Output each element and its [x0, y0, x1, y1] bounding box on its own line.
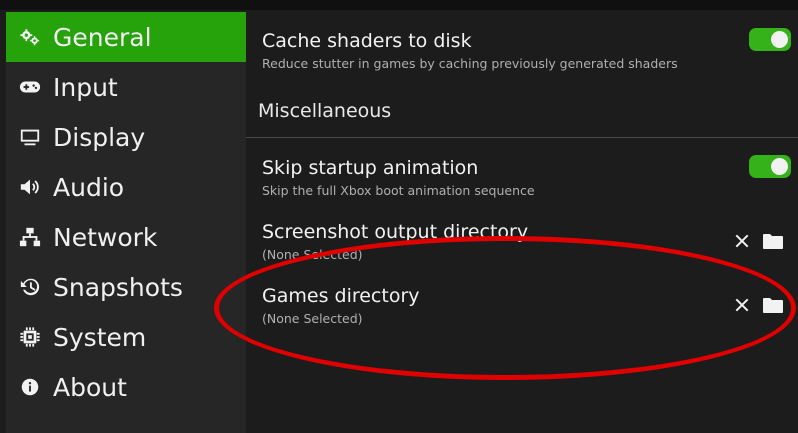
setting-title: Screenshot output directory: [262, 221, 529, 243]
network-icon: [18, 225, 42, 249]
top-bar: [0, 0, 798, 10]
cache-shaders-toggle[interactable]: [749, 28, 791, 51]
section-header-miscellaneous: Miscellaneous: [258, 100, 392, 122]
sidebar-item-display[interactable]: Display: [6, 112, 246, 162]
folder-icon: [763, 234, 783, 249]
sidebar-item-label: Input: [53, 72, 118, 102]
close-icon: [735, 234, 749, 248]
section-divider: [246, 137, 798, 138]
speaker-icon: [18, 175, 42, 199]
sidebar-item-label: Network: [53, 222, 158, 252]
games-clear-button[interactable]: [732, 295, 752, 315]
sidebar-item-label: About: [53, 372, 127, 402]
screenshot-browse-button[interactable]: [763, 231, 783, 251]
info-icon: [18, 375, 42, 399]
sidebar-item-label: Audio: [53, 172, 125, 202]
skip-startup-toggle[interactable]: [749, 155, 791, 178]
settings-panel: Cache shaders to disk Reduce stutter in …: [246, 12, 798, 433]
setting-value: (None Selected): [262, 247, 363, 262]
setting-description: Skip the full Xbox boot animation sequen…: [262, 183, 535, 198]
folder-icon: [763, 298, 783, 313]
games-browse-button[interactable]: [763, 295, 783, 315]
screenshot-clear-button[interactable]: [732, 231, 752, 251]
sidebar-item-snapshots[interactable]: Snapshots: [6, 262, 246, 312]
setting-skip-startup: Skip startup animation Skip the full Xbo…: [262, 156, 792, 199]
sidebar-item-about[interactable]: About: [6, 362, 246, 412]
setting-title: Cache shaders to disk: [262, 30, 472, 52]
setting-screenshot-directory: Screenshot output directory (None Select…: [262, 220, 792, 263]
chip-icon: [18, 325, 42, 349]
history-icon: [18, 275, 42, 299]
sidebar-item-audio[interactable]: Audio: [6, 162, 246, 212]
monitor-icon: [18, 125, 42, 149]
setting-title: Skip startup animation: [262, 157, 479, 179]
sidebar-item-input[interactable]: Input: [6, 62, 246, 112]
setting-cache-shaders: Cache shaders to disk Reduce stutter in …: [262, 29, 792, 72]
sidebar-item-label: General: [53, 22, 152, 52]
sidebar-item-label: Snapshots: [53, 272, 183, 302]
sidebar-item-system[interactable]: System: [6, 312, 246, 362]
setting-games-directory: Games directory (None Selected): [262, 284, 792, 327]
sidebar-item-label: Display: [53, 122, 146, 152]
sidebar-item-general[interactable]: General: [6, 12, 246, 62]
sidebar-item-network[interactable]: Network: [6, 212, 246, 262]
gamepad-icon: [18, 75, 42, 99]
sidebar-item-label: System: [53, 322, 147, 352]
setting-title: Games directory: [262, 285, 420, 307]
sidebar: General Input Display Audio Network Snap…: [6, 12, 246, 433]
setting-value: (None Selected): [262, 311, 363, 326]
setting-description: Reduce stutter in games by caching previ…: [262, 56, 678, 71]
close-icon: [735, 298, 749, 312]
gears-icon: [18, 25, 42, 49]
